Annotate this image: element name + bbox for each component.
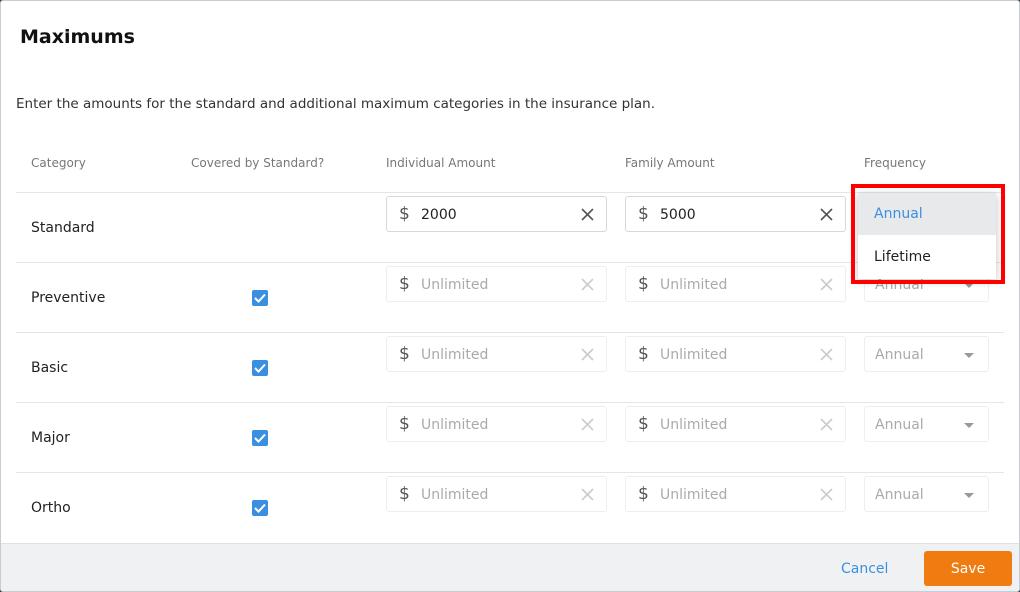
close-icon[interactable]	[581, 488, 594, 501]
family-amount-input-ortho[interactable]: $ Unlimited	[625, 476, 846, 512]
individual-amount-value: 2000	[421, 207, 457, 223]
maximums-modal: Maximums Enter the amounts for the stand…	[0, 0, 1020, 592]
individual-amount-placeholder: Unlimited	[421, 347, 489, 363]
dollar-icon: $	[638, 274, 649, 294]
dollar-icon: $	[399, 484, 410, 504]
dollar-icon: $	[399, 204, 410, 224]
close-icon[interactable]	[820, 278, 833, 291]
individual-amount-placeholder: Unlimited	[421, 487, 489, 503]
column-header-category: Category	[31, 156, 86, 170]
save-button[interactable]: Save	[924, 551, 1012, 586]
family-amount-input-basic[interactable]: $ Unlimited	[625, 336, 846, 372]
check-icon	[254, 293, 266, 303]
row-divider	[16, 472, 1004, 473]
family-amount-placeholder: Unlimited	[660, 417, 728, 433]
check-icon	[254, 503, 266, 513]
row-label-basic: Basic	[31, 360, 69, 376]
check-icon	[254, 433, 266, 443]
modal-footer: Cancel Save	[1, 543, 1019, 591]
column-header-frequency: Frequency	[864, 156, 926, 170]
check-icon	[254, 363, 266, 373]
row-label-standard: Standard	[31, 220, 95, 236]
close-icon[interactable]	[820, 418, 833, 431]
row-label-preventive: Preventive	[31, 290, 106, 306]
family-amount-input-standard[interactable]: $ 5000	[625, 196, 846, 232]
modal-title: Maximums	[20, 26, 135, 48]
individual-amount-input-ortho[interactable]: $ Unlimited	[386, 476, 607, 512]
row-divider	[16, 332, 1004, 333]
row-label-ortho: Ortho	[31, 500, 71, 516]
dollar-icon: $	[638, 204, 649, 224]
individual-amount-input-major[interactable]: $ Unlimited	[386, 406, 607, 442]
close-icon[interactable]	[581, 208, 594, 221]
close-icon[interactable]	[581, 278, 594, 291]
close-icon[interactable]	[581, 348, 594, 361]
modal-description: Enter the amounts for the standard and a…	[16, 96, 656, 112]
individual-amount-input-preventive[interactable]: $ Unlimited	[386, 266, 607, 302]
family-amount-value: 5000	[660, 207, 696, 223]
cancel-button[interactable]: Cancel	[841, 561, 888, 577]
close-icon[interactable]	[820, 348, 833, 361]
close-icon[interactable]	[820, 208, 833, 221]
dollar-icon: $	[399, 344, 410, 364]
row-label-major: Major	[31, 430, 70, 446]
caret-down-icon	[964, 423, 974, 428]
dollar-icon: $	[399, 414, 410, 434]
column-header-family: Family Amount	[625, 156, 715, 170]
family-amount-input-preventive[interactable]: $ Unlimited	[625, 266, 846, 302]
highlight-box	[851, 184, 1005, 284]
dollar-icon: $	[638, 414, 649, 434]
dollar-icon: $	[638, 484, 649, 504]
individual-amount-placeholder: Unlimited	[421, 277, 489, 293]
family-amount-placeholder: Unlimited	[660, 277, 728, 293]
family-amount-input-major[interactable]: $ Unlimited	[625, 406, 846, 442]
frequency-value: Annual	[875, 487, 924, 503]
individual-amount-input-basic[interactable]: $ Unlimited	[386, 336, 607, 372]
covered-checkbox-major[interactable]	[252, 430, 268, 446]
dollar-icon: $	[638, 344, 649, 364]
caret-down-icon	[964, 353, 974, 358]
frequency-value: Annual	[875, 417, 924, 433]
frequency-select-major[interactable]: Annual	[864, 406, 989, 442]
family-amount-placeholder: Unlimited	[660, 347, 728, 363]
caret-down-icon	[964, 493, 974, 498]
close-icon[interactable]	[820, 488, 833, 501]
row-divider	[16, 402, 1004, 403]
frequency-value: Annual	[875, 347, 924, 363]
family-amount-placeholder: Unlimited	[660, 487, 728, 503]
individual-amount-placeholder: Unlimited	[421, 417, 489, 433]
covered-checkbox-ortho[interactable]	[252, 500, 268, 516]
individual-amount-input-standard[interactable]: $ 2000	[386, 196, 607, 232]
dollar-icon: $	[399, 274, 410, 294]
covered-checkbox-basic[interactable]	[252, 360, 268, 376]
column-header-individual: Individual Amount	[386, 156, 496, 170]
frequency-select-ortho[interactable]: Annual	[864, 476, 989, 512]
frequency-select-basic[interactable]: Annual	[864, 336, 989, 372]
column-header-covered: Covered by Standard?	[191, 156, 325, 170]
covered-checkbox-preventive[interactable]	[252, 290, 268, 306]
close-icon[interactable]	[581, 418, 594, 431]
